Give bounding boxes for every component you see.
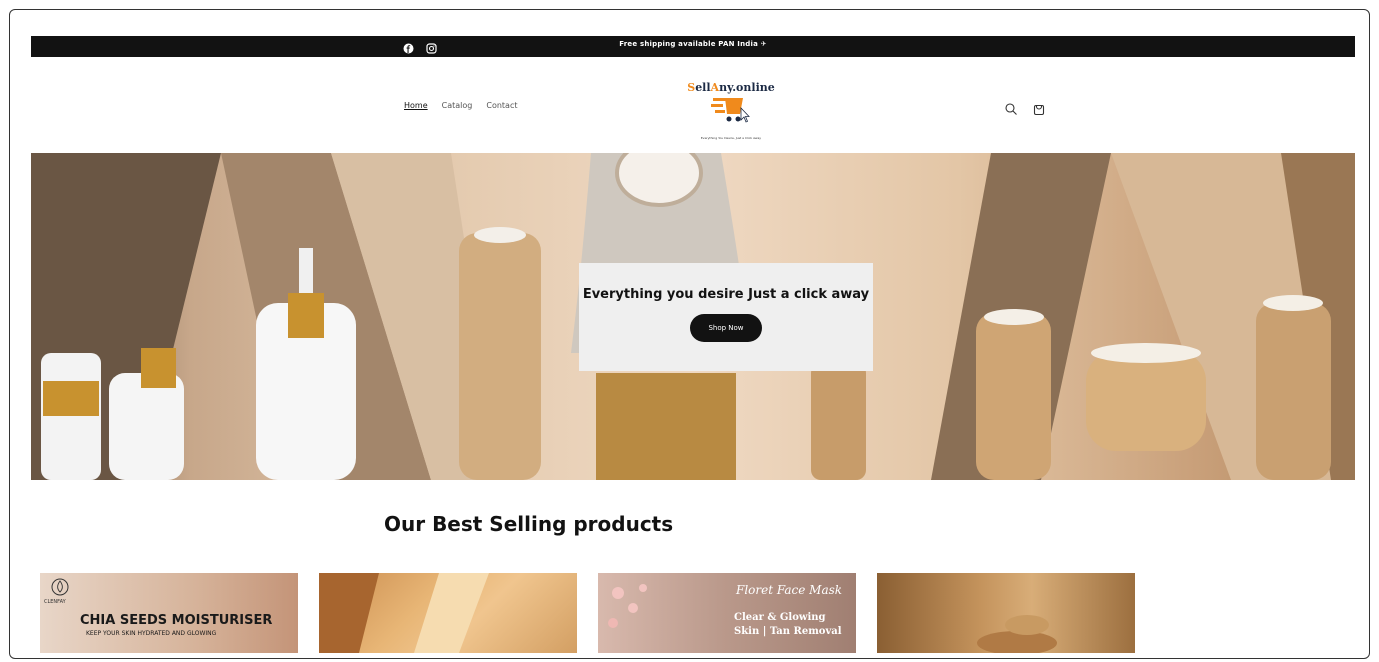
browser-frame: Free shipping available PAN India ✈ Home…: [9, 9, 1370, 659]
hero-content-box: Everything you desire Just a click away …: [579, 263, 873, 371]
logo-tagline: Everything You Desire, Just a Click Away: [700, 136, 762, 140]
card-title: CHIA SEEDS MOISTURISER: [80, 613, 273, 628]
search-icon[interactable]: [1004, 101, 1018, 115]
site-logo[interactable]: SellAny.online Everything You Desire, Ju…: [686, 81, 776, 147]
card-brand-label: CLENFAY: [44, 599, 66, 605]
site-header: Home Catalog Contact SellAny.online Ever…: [31, 57, 1355, 153]
shop-now-button[interactable]: Shop Now: [690, 314, 762, 342]
page: Free shipping available PAN India ✈ Home…: [31, 36, 1355, 480]
hero-banner: Everything you desire Just a click away …: [31, 153, 1355, 480]
announcement-bar: Free shipping available PAN India ✈: [31, 36, 1355, 57]
main-nav: Home Catalog Contact: [404, 101, 517, 110]
product-image: [977, 615, 1057, 653]
product-card[interactable]: [319, 573, 577, 653]
header-icons: [1004, 101, 1046, 116]
cart-icon[interactable]: [1032, 101, 1046, 116]
product-card[interactable]: CLENFAY CHIA SEEDS MOISTURISER KEEP YOUR…: [40, 573, 298, 653]
hero-heading: Everything you desire Just a click away: [582, 287, 870, 302]
flower-image: [608, 584, 647, 628]
nav-catalog[interactable]: Catalog: [442, 101, 473, 110]
cart-logo-icon: [711, 98, 750, 123]
section-title: Our Best Selling products: [384, 512, 674, 536]
announcement-text: Free shipping available PAN India ✈: [619, 40, 767, 48]
card-subtitle: KEEP YOUR SKIN HYDRATED AND GLOWING: [86, 630, 217, 637]
nav-contact[interactable]: Contact: [486, 101, 517, 110]
card-script-title: Floret Face Mask: [736, 583, 843, 597]
product-card[interactable]: [877, 573, 1135, 653]
product-image: [319, 573, 489, 653]
product-grid: CLENFAY CHIA SEEDS MOISTURISER KEEP YOUR…: [40, 573, 1135, 653]
product-card[interactable]: Floret Face Mask Clear & Glowing Skin | T…: [598, 573, 856, 653]
clenfay-logo-icon: [51, 578, 69, 596]
nav-home[interactable]: Home: [404, 101, 428, 110]
card-caption: Clear & Glowing Skin | Tan Removal: [734, 612, 842, 637]
logo-wordmark: SellAny.online: [687, 81, 775, 94]
